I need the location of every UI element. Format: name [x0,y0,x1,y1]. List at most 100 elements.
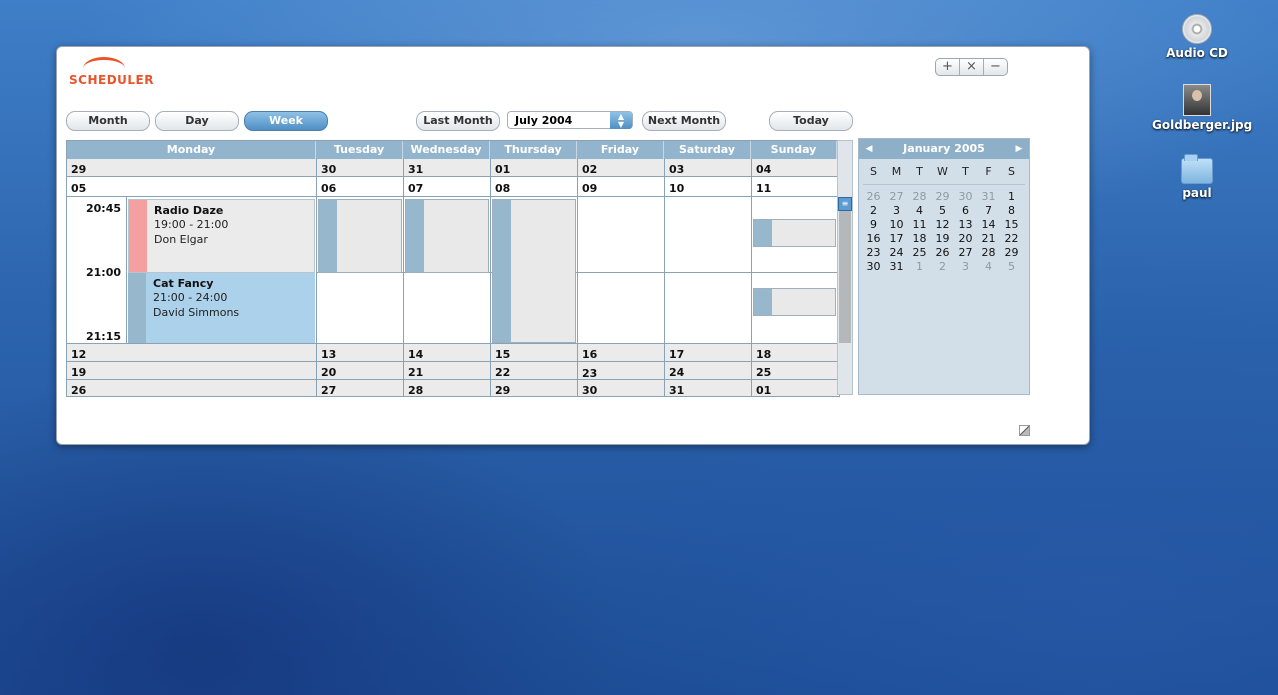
event-block-sunday[interactable] [753,288,836,316]
event-block-thursday[interactable] [492,199,576,343]
time-column-line [126,197,127,344]
mini-day[interactable]: 30 [862,260,885,273]
event-block-wednesday[interactable] [405,199,489,273]
mini-day[interactable]: 31 [885,260,908,273]
mini-day[interactable]: 5 [1000,260,1023,273]
event-radio-daze[interactable]: Radio Daze 19:00 - 21:00 Don Elgar [128,199,315,273]
mini-calendar-weekdays: S M T W T F S [859,159,1029,178]
scheduler-window: SCHEDULER + × − Month Day Week Last Mont… [56,46,1090,445]
week-row[interactable] [67,159,837,177]
day-number: 03 [669,163,685,176]
mini-day[interactable]: 2 [931,260,954,273]
mini-day[interactable]: 28 [908,190,931,203]
weekday-label: W [937,165,948,178]
mini-day[interactable]: 24 [885,246,908,259]
mini-calendar-title: January 2005 [903,142,985,155]
mini-day[interactable]: 25 [908,246,931,259]
mini-day[interactable]: 10 [885,218,908,231]
mini-day[interactable]: 29 [1000,246,1023,259]
mini-day[interactable]: 23 [862,246,885,259]
mini-day[interactable]: 19 [931,232,954,245]
desktop-icon-paul[interactable]: paul [1152,154,1242,200]
minimize-button[interactable]: − [984,59,1007,75]
mini-day[interactable]: 27 [954,246,977,259]
mini-day[interactable]: 7 [977,204,1000,217]
mini-day[interactable]: 30 [954,190,977,203]
week-row[interactable] [67,362,837,380]
mini-day[interactable]: 1 [1000,190,1023,203]
weekday-label: T [962,165,969,178]
week-row[interactable] [67,380,837,396]
next-month-button[interactable]: Next Month [642,111,726,131]
mini-calendar-days: 26 27 28 29 30 31 1 2 3 4 5 6 7 8 9 10 1… [859,190,1029,273]
mini-day[interactable]: 11 [908,218,931,231]
mini-day[interactable]: 18 [908,232,931,245]
mini-day[interactable]: 27 [885,190,908,203]
mini-day[interactable]: 5 [931,204,954,217]
close-button[interactable]: × [960,59,984,75]
mini-day[interactable]: 1 [908,260,931,273]
day-number: 16 [582,348,598,361]
month-view-button[interactable]: Month [66,111,150,131]
mini-day[interactable]: 12 [931,218,954,231]
day-number: 01 [756,384,772,397]
mini-day[interactable]: 9 [862,218,885,231]
resize-handle-icon[interactable] [1019,425,1030,436]
mini-day[interactable]: 31 [977,190,1000,203]
time-label: 20:45 [85,202,121,215]
mini-day[interactable]: 8 [1000,204,1023,217]
next-month-arrow-icon[interactable]: ▶ [1011,139,1027,159]
scroll-grip-icon[interactable]: ≡ [838,197,852,211]
col-header-tuesday: Tuesday [316,141,403,159]
event-color-bar [319,200,337,272]
mini-day[interactable]: 26 [862,190,885,203]
event-host: Don Elgar [154,233,208,246]
mini-day[interactable]: 14 [977,218,1000,231]
mini-day[interactable]: 20 [954,232,977,245]
mini-day[interactable]: 13 [954,218,977,231]
today-button[interactable]: Today [769,111,853,131]
week-row-expanded[interactable] [67,177,837,197]
scrollbar-track[interactable] [839,197,851,343]
mini-day[interactable]: 26 [931,246,954,259]
event-block-sunday[interactable] [753,219,836,247]
month-select-value: July 2004 [515,114,573,127]
mini-day[interactable]: 4 [908,204,931,217]
day-number: 23 [582,367,598,380]
event-color-bar [406,200,424,272]
mini-day[interactable]: 6 [954,204,977,217]
event-color-bar [493,200,511,342]
event-cat-fancy[interactable]: Cat Fancy 21:00 - 24:00 David Simmons [128,273,315,343]
desktop-icon-audio-cd[interactable]: Audio CD [1152,14,1242,60]
mini-day[interactable]: 2 [862,204,885,217]
mini-day[interactable]: 29 [931,190,954,203]
desktop-icon-label: Goldberger.jpg [1152,118,1253,132]
event-block-tuesday[interactable] [318,199,402,273]
mini-day[interactable]: 16 [862,232,885,245]
day-number: 11 [756,182,772,195]
weekday-label: F [985,165,992,178]
event-color-bar [128,273,146,343]
mini-day[interactable]: 22 [1000,232,1023,245]
desktop-icon-goldberger[interactable]: Goldberger.jpg [1152,84,1253,132]
col-header-monday: Monday [67,141,316,159]
time-label: 21:00 [85,266,121,279]
mini-day[interactable]: 3 [885,204,908,217]
weekday-label: T [916,165,923,178]
day-view-button[interactable]: Day [155,111,239,131]
day-number: 19 [71,366,87,379]
mini-day[interactable]: 17 [885,232,908,245]
week-view-button[interactable]: Week [244,111,328,131]
calendar-scrollbar[interactable]: ≡ [837,140,853,395]
last-month-button[interactable]: Last Month [416,111,500,131]
week-row[interactable] [67,344,837,362]
mini-day[interactable]: 3 [954,260,977,273]
mini-day[interactable]: 4 [977,260,1000,273]
maximize-button[interactable]: + [936,59,960,75]
month-select[interactable]: July 2004 ▲ ▼ [507,111,633,129]
mini-day[interactable]: 28 [977,246,1000,259]
window-controls: + × − [935,58,1008,76]
mini-day[interactable]: 21 [977,232,1000,245]
prev-month-arrow-icon[interactable]: ◀ [861,139,877,159]
mini-day[interactable]: 15 [1000,218,1023,231]
